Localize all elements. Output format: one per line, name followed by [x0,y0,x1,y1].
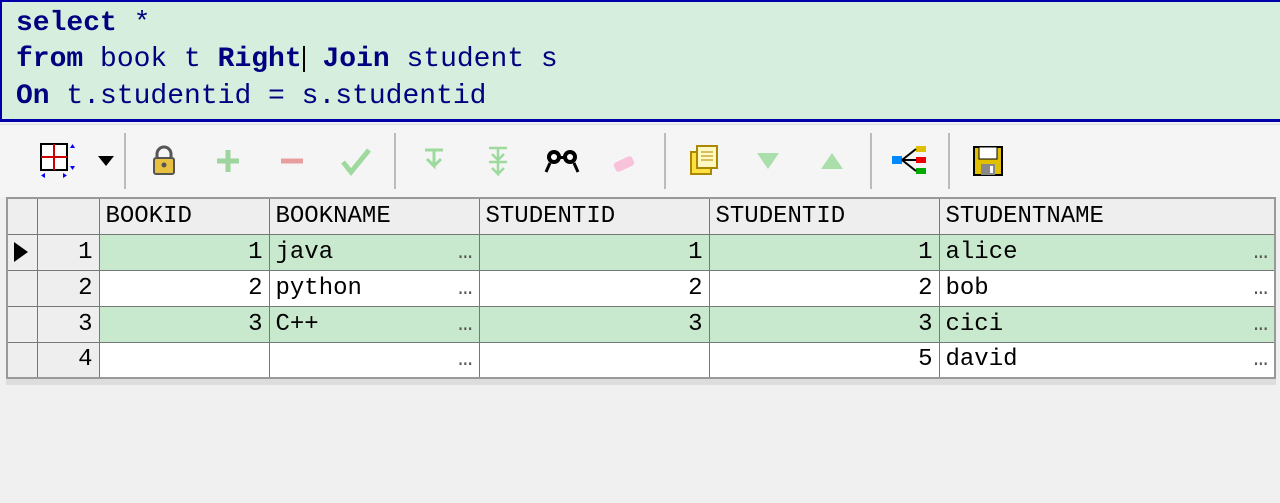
col-studentid1[interactable]: STUDENTID [479,198,709,234]
grid-dropdown-icon[interactable] [98,156,114,166]
cell-studentid[interactable]: 3 [479,306,709,342]
col-bookid[interactable]: BOOKID [99,198,269,234]
cell-expand-icon[interactable]: … [452,275,472,302]
cell-studentid[interactable]: 5 [709,342,939,378]
row-marker [7,270,37,306]
cell-bookid[interactable]: 2 [99,270,269,306]
remove-button[interactable] [264,133,320,189]
cell-studentname[interactable]: bob… [939,270,1275,306]
cell-studentname[interactable]: david… [939,342,1275,378]
kw-right: Right [218,44,302,75]
commit-button[interactable] [328,133,384,189]
row-number: 2 [37,270,99,306]
schema-button[interactable] [882,133,938,189]
marker-header [7,198,37,234]
grid-footer [6,379,1276,385]
fetch-all-button[interactable] [470,133,526,189]
results-grid[interactable]: BOOKID BOOKNAME STUDENTID STUDENTID STUD… [6,197,1276,379]
cell-bookname[interactable]: C++… [269,306,479,342]
current-row-marker [7,234,37,270]
copy-button[interactable] [676,133,732,189]
table-row[interactable]: 2 2 python… 2 2 bob… [7,270,1275,306]
cell-expand-icon[interactable]: … [1248,311,1268,338]
row-number: 1 [37,234,99,270]
kw-select: select [16,8,117,39]
fetch-next-button[interactable] [406,133,462,189]
cell-bookid[interactable]: 1 [99,234,269,270]
rownum-header [37,198,99,234]
add-button[interactable] [200,133,256,189]
cell-expand-icon[interactable]: … [1248,239,1268,266]
separator [948,133,950,189]
kw-on: On [16,81,50,112]
col-studentid2[interactable]: STUDENTID [709,198,939,234]
results-toolbar [0,125,1280,197]
cell-studentid[interactable]: 2 [479,270,709,306]
separator [394,133,396,189]
table-row[interactable]: 4 … 5 david… [7,342,1275,378]
cell-bookname[interactable]: java… [269,234,479,270]
separator [124,133,126,189]
kw-join: Join [306,44,390,75]
sort-asc-button[interactable] [804,133,860,189]
cell-studentid[interactable]: 2 [709,270,939,306]
cell-studentid[interactable] [479,342,709,378]
kw-from: from [16,44,83,75]
row-marker [7,306,37,342]
cell-expand-icon[interactable]: … [1248,346,1268,373]
lock-button[interactable] [136,133,192,189]
cell-bookid[interactable]: 3 [99,306,269,342]
cell-studentid[interactable]: 1 [709,234,939,270]
header-row: BOOKID BOOKNAME STUDENTID STUDENTID STUD… [7,198,1275,234]
cell-studentname[interactable]: alice… [939,234,1275,270]
cell-expand-icon[interactable]: … [452,346,472,373]
cell-bookid[interactable] [99,342,269,378]
separator [870,133,872,189]
sort-desc-button[interactable] [740,133,796,189]
row-number: 3 [37,306,99,342]
sql-editor[interactable]: select * from book t Right Join student … [0,0,1280,119]
row-marker [7,342,37,378]
save-button[interactable] [960,133,1016,189]
cell-bookname[interactable]: python… [269,270,479,306]
cell-studentname[interactable]: cici… [939,306,1275,342]
row-number: 4 [37,342,99,378]
cell-studentid[interactable]: 3 [709,306,939,342]
cell-expand-icon[interactable]: … [1248,275,1268,302]
grid-button[interactable] [30,133,86,189]
separator [664,133,666,189]
cell-bookname[interactable]: … [269,342,479,378]
cell-expand-icon[interactable]: … [452,239,472,266]
text-cursor [303,46,305,72]
table-row[interactable]: 1 1 java… 1 1 alice… [7,234,1275,270]
cell-expand-icon[interactable]: … [452,311,472,338]
find-button[interactable] [534,133,590,189]
table-row[interactable]: 3 3 C++… 3 3 cici… [7,306,1275,342]
cell-studentid[interactable]: 1 [479,234,709,270]
eraser-button[interactable] [598,133,654,189]
col-bookname[interactable]: BOOKNAME [269,198,479,234]
col-studentname[interactable]: STUDENTNAME [939,198,1275,234]
